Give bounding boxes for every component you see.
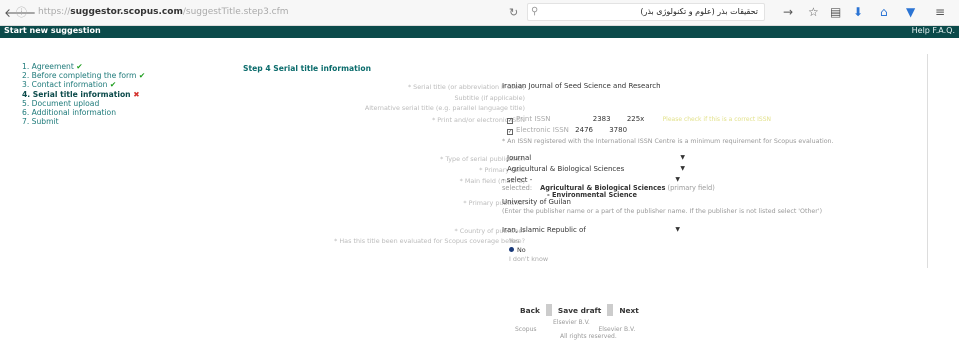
url-domain: suggestor.scopus.com [70, 7, 183, 17]
country-value: Iran, Islamic Republic of [502, 226, 586, 234]
issn-hint: Please check if this is a correct ISSN [662, 116, 772, 123]
page-title: Start new suggestion [4, 26, 101, 35]
radio-unknown[interactable]: I don't know [509, 255, 548, 263]
radio-yes-label: Yes [509, 237, 520, 245]
footer-elsevier: Elsevier B.V. [598, 326, 636, 333]
browser-toolbar: 🡐 ⓘ https://suggestor.scopus.com/suggest… [0, 0, 959, 26]
step-label: 3. Contact information [22, 80, 108, 90]
radio-unknown-label: I don't know [509, 255, 549, 263]
type-value: Journal [507, 154, 532, 162]
help-links: Help F.A.Q. [912, 26, 955, 35]
step-contact-information[interactable]: 3. Contact information ✔ [22, 80, 192, 89]
forward-arrow-icon[interactable]: → [783, 5, 793, 19]
page-header: Start new suggestion Help F.A.Q. [0, 26, 959, 38]
footer-copyright: Scopus Elsevier B.V. [515, 326, 635, 333]
type-select[interactable]: Journal ▼ [507, 154, 687, 162]
step-label: 1. Agreement [22, 62, 74, 71]
save-draft-button[interactable]: Save draft [555, 304, 604, 317]
print-issn-label: Print ISSN [516, 115, 551, 123]
search-icon: ⚲ [531, 6, 539, 17]
step-label: 6. Additional information [22, 108, 117, 118]
step-label: 7. Submit [22, 117, 59, 127]
step-serial-title-information[interactable]: 4. Serial title information ✖ [22, 90, 192, 99]
radio-no[interactable]: No [509, 246, 526, 254]
main-field-select[interactable]: - select - ▼ [502, 176, 682, 184]
reload-icon[interactable]: ↻ [509, 6, 518, 19]
check-icon: ✔ [76, 62, 83, 71]
footer-company: Elsevier B.V. [553, 319, 590, 326]
url-prefix: https:// [38, 7, 71, 17]
check-icon: ✔ [138, 71, 146, 81]
step-document-upload[interactable]: 5. Document upload [22, 99, 192, 108]
steps-nav: 1. Agreement ✔ 2. Before completing the … [22, 62, 192, 126]
divider [545, 304, 552, 316]
step-title: Step 4 Serial title information [243, 64, 372, 73]
scrollbar-track[interactable] [927, 54, 928, 268]
check-icon: ✔ [109, 80, 117, 90]
selected-label: selected: [502, 184, 533, 192]
primary-field-value: Agricultural & Biological Sciences [507, 165, 625, 173]
divider [607, 304, 614, 316]
main-field-value: - select - [502, 176, 533, 184]
url-path: /suggestTitle.step3.cfm [182, 7, 289, 17]
e-issn-part1[interactable]: 2476 [575, 126, 593, 134]
radio-no-label: No [517, 246, 526, 254]
star-icon[interactable]: ☆ [808, 5, 819, 19]
radio-yes[interactable]: Yes [509, 237, 519, 245]
e-issn-part2[interactable]: 3780 [609, 126, 627, 134]
previous-evaluation-label: * Has this title been evaluated for Scop… [334, 237, 525, 245]
search-input[interactable]: ⚲ تحقیقات بذر (علوم و تکنولوژی بذر) [527, 3, 765, 21]
serial-title-input[interactable]: Iranian Journal of Seed Science and Rese… [502, 82, 661, 90]
primary-field-select[interactable]: Agricultural & Biological Sciences ▼ [507, 165, 687, 173]
step-additional-information[interactable]: 6. Additional information [22, 108, 192, 117]
menu-icon[interactable]: ≡ [935, 5, 945, 19]
dropdown-arrow-icon: ▼ [675, 176, 680, 183]
print-issn-part1[interactable]: 2383 [593, 115, 611, 123]
print-issn-part2[interactable]: 225x [627, 115, 645, 123]
publisher-input[interactable]: University of Guilan [502, 198, 571, 206]
step-label: 4. Serial title information [22, 89, 131, 99]
radio-selected-icon [509, 247, 514, 252]
address-bar[interactable]: https://suggestor.scopus.com/suggestTitl… [38, 7, 289, 17]
issn-note: * An ISSN registered with the Internatio… [502, 138, 834, 145]
shield-icon[interactable]: ▼ [906, 5, 915, 19]
help-link[interactable]: Help [912, 26, 930, 35]
error-x-icon: ✖ [133, 89, 140, 99]
publisher-note: (Enter the publisher name or a part of t… [502, 208, 823, 215]
selected-field-1-note: (primary field) [667, 184, 715, 192]
next-button[interactable]: Next [616, 304, 642, 317]
country-select[interactable]: Iran, Islamic Republic of ▼ [502, 226, 682, 234]
form-buttons: Back Save draft Next [517, 304, 642, 317]
download-icon[interactable]: ⬇ [853, 5, 863, 19]
home-icon[interactable]: ⌂ [880, 5, 888, 19]
step-agreement[interactable]: 1. Agreement ✔ [22, 62, 192, 71]
e-issn-checkbox[interactable]: ✓ [507, 129, 513, 135]
dropdown-arrow-icon: ▼ [680, 154, 685, 161]
info-icon[interactable]: ⓘ [16, 4, 27, 20]
e-issn-label: Electronic ISSN [516, 126, 569, 134]
alt-title-label: Alternative serial title (e.g. parallel … [364, 104, 525, 112]
step-submit[interactable]: 7. Submit [22, 117, 192, 126]
subtitle-label: Subtitle (if applicable) [454, 94, 525, 102]
e-issn-row: ✓ Electronic ISSN 2476 3780 [507, 126, 627, 135]
clipboard-icon[interactable]: ▤ [830, 5, 841, 19]
dropdown-arrow-icon: ▼ [675, 226, 680, 233]
search-query: تحقیقات بذر (علوم و تکنولوژی بذر) [640, 7, 758, 16]
step-label: 5. Document upload [22, 98, 100, 108]
faq-link[interactable]: F.A.Q. [932, 26, 955, 35]
step-before-completing[interactable]: 2. Before completing the form ✔ [22, 71, 192, 80]
print-issn-row: ✓ Print ISSN 2383 225x Please check if th… [507, 115, 771, 124]
print-issn-checkbox[interactable]: ✓ [507, 118, 513, 124]
dropdown-arrow-icon: ▼ [680, 165, 685, 172]
step-label: 2. Before completing the form [22, 71, 137, 81]
back-button[interactable]: Back [517, 304, 543, 317]
footer-scopus: Scopus [515, 326, 537, 333]
